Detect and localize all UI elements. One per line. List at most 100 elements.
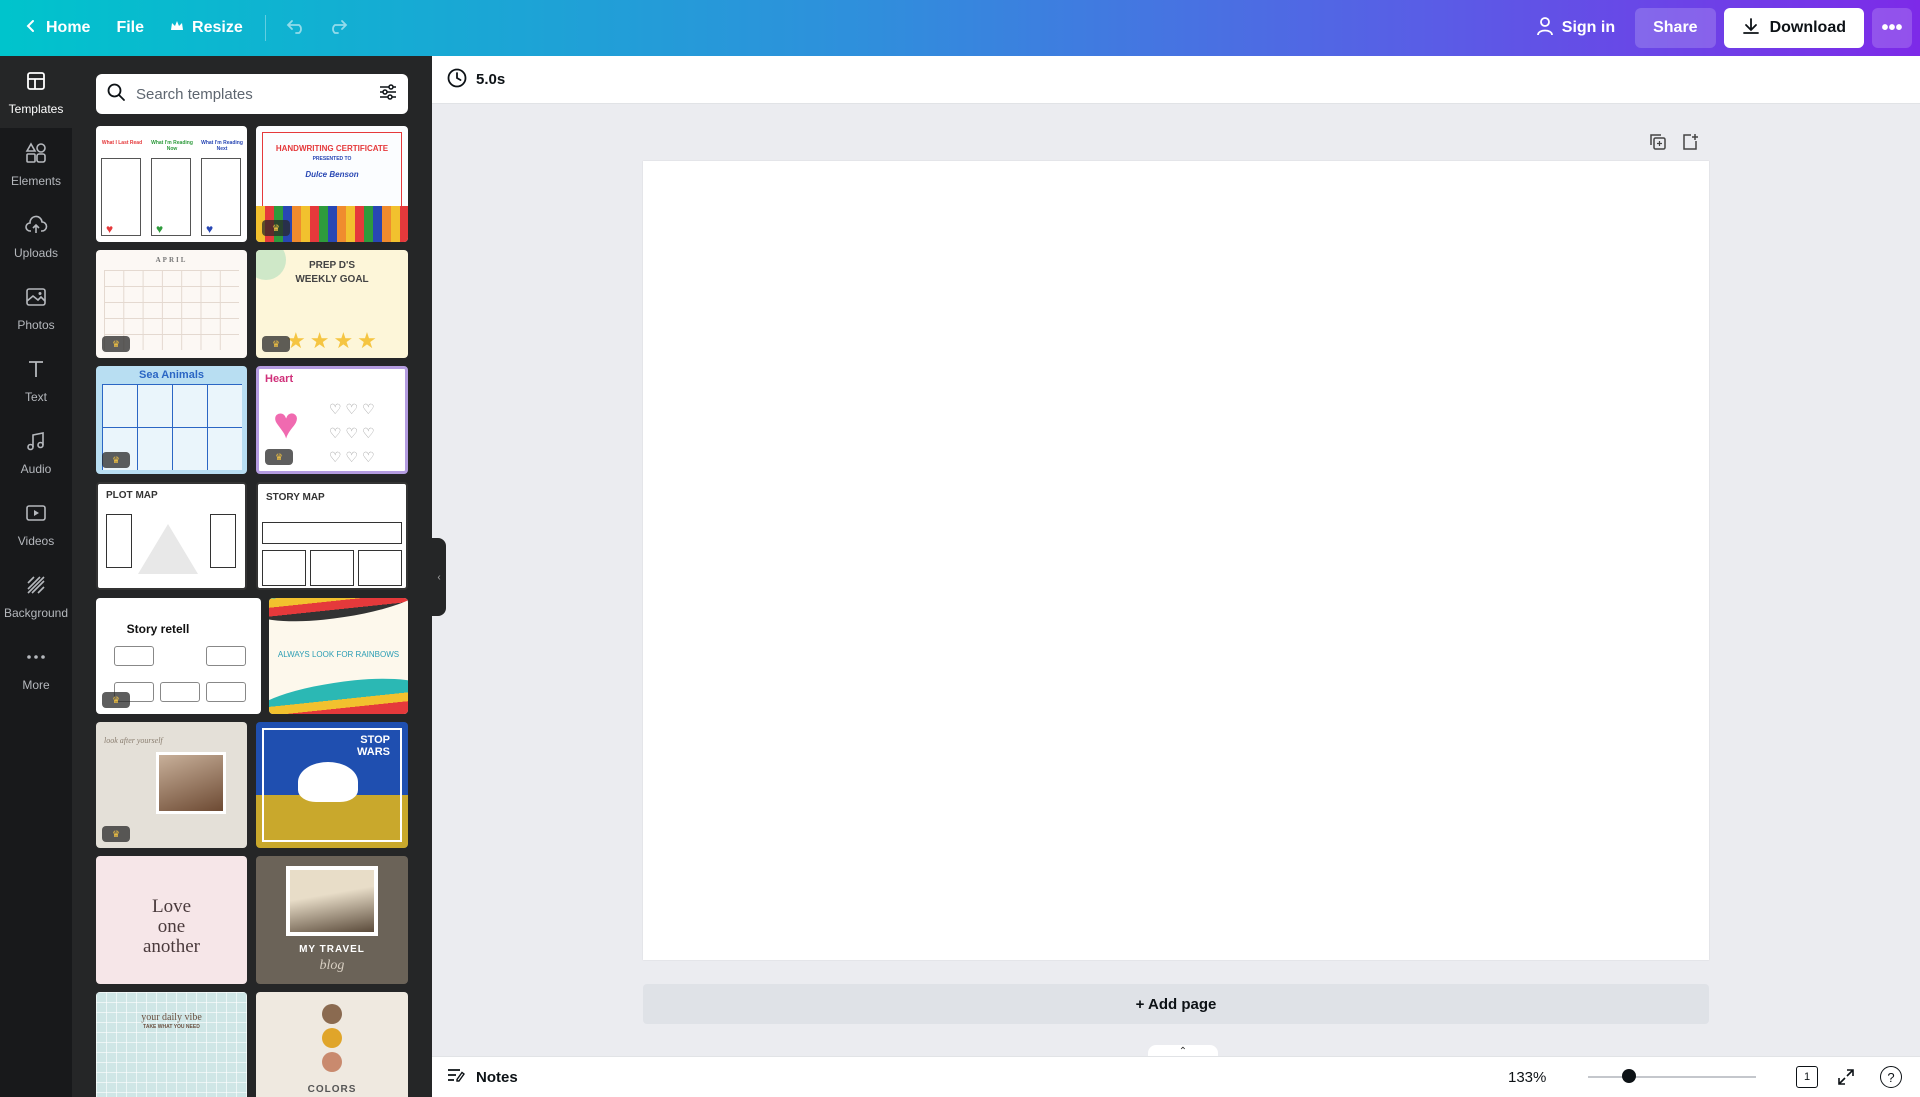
design-canvas-page[interactable] [643, 161, 1709, 960]
zoom-slider-handle[interactable] [1622, 1069, 1636, 1083]
template-thumbnail-april-calendar[interactable]: APRIL ♛ [96, 250, 247, 358]
thumb-shape [106, 514, 132, 568]
page-count-button[interactable]: 1 [1796, 1066, 1818, 1088]
rail-item-elements[interactable]: Elements [0, 128, 72, 200]
crown-icon: ♛ [111, 828, 121, 839]
crown-icon: ♛ [271, 338, 281, 349]
template-thumbnail-your-daily-vibe[interactable]: your daily vibe TAKE WHAT YOU NEED [96, 992, 247, 1097]
music-note-icon [24, 429, 48, 456]
page-tools [1648, 132, 1700, 157]
template-thumbnail-stop-wars[interactable]: STOP WARS [256, 722, 408, 848]
template-search-box[interactable] [96, 74, 408, 114]
thumb-text: ALWAYS LOOK FOR RAINBOWS [277, 650, 400, 659]
template-thumbnail-plot-map[interactable]: PLOT MAP [96, 482, 247, 590]
template-thumbnail-my-travel-blog[interactable]: MY TRAVEL blog [256, 856, 408, 984]
search-icon [106, 82, 126, 107]
image-icon [24, 285, 48, 312]
stars-row: ★★★★ [286, 328, 381, 353]
fullscreen-button[interactable] [1836, 1067, 1856, 1091]
share-button[interactable]: Share [1635, 8, 1716, 48]
heart-icon: ♥ [206, 222, 214, 236]
rail-label: Templates [8, 101, 64, 116]
add-page-icon[interactable] [1680, 132, 1700, 157]
help-button[interactable]: ? [1880, 1066, 1902, 1088]
premium-crown-badge: ♛ [102, 692, 130, 708]
undo-button[interactable] [276, 8, 316, 48]
photo-travel [286, 866, 378, 936]
redo-icon [328, 18, 348, 39]
rail-item-uploads[interactable]: Uploads [0, 200, 72, 272]
rail-label: More [22, 677, 50, 692]
duration-button[interactable]: 5.0s [476, 71, 505, 88]
notes-button[interactable]: Notes [446, 1066, 518, 1088]
thumb-text: look after yourself [104, 736, 163, 745]
zoom-slider-track[interactable] [1588, 1076, 1756, 1078]
thumb-text: your daily vibe [141, 1012, 202, 1023]
rail-item-background[interactable]: Background [0, 560, 72, 632]
text-icon [24, 357, 48, 384]
premium-crown-badge: ♛ [262, 336, 290, 352]
template-thumbnail-reading-log[interactable]: What I Last Read What I'm Reading Now Wh… [96, 126, 247, 242]
rail-item-more[interactable]: More [0, 632, 72, 704]
collapse-panel-button[interactable]: ‹ [432, 538, 446, 616]
resize-button[interactable]: Resize [158, 8, 255, 48]
resize-label: Resize [192, 19, 243, 36]
thumb-text: blog [319, 958, 345, 973]
left-rail: Templates Elements Uploads Photos Text A… [0, 56, 72, 1097]
add-page-button[interactable]: + Add page [643, 984, 1709, 1024]
crown-icon [170, 19, 184, 37]
thumb-text: What I'm Reading Next [201, 140, 243, 152]
download-button[interactable]: Download [1723, 8, 1864, 48]
thumb-text: MY TRAVEL [299, 944, 365, 955]
rail-item-audio[interactable]: Audio [0, 416, 72, 488]
zoom-level[interactable]: 133% [1508, 1069, 1546, 1086]
thumb-shape [358, 550, 402, 586]
template-thumbnail-love-one-another[interactable]: Love one another [96, 856, 247, 984]
divider [264, 15, 266, 41]
rail-item-photos[interactable]: Photos [0, 272, 72, 344]
thumb-shape [114, 646, 154, 666]
more-options-button[interactable]: ••• [1872, 8, 1912, 48]
thumb-shape [206, 646, 246, 666]
thumb-shape [206, 682, 246, 702]
file-menu-button[interactable]: File [104, 8, 156, 48]
template-thumbnail-weekly-goal[interactable]: PREP D'S WEEKLY GOAL ★★★★ ♛ [256, 250, 408, 358]
heart-icon: ♥ [156, 222, 164, 236]
thumb-shape [210, 514, 236, 568]
template-thumbnail-story-retell[interactable]: Story retell ♛ [96, 598, 261, 714]
clock-icon[interactable] [446, 67, 468, 93]
template-thumbnail-heart-worksheet[interactable]: Heart ♥ ♡♡♡ ♡♡♡ ♡♡♡ ♛ [256, 366, 408, 474]
hearts-grid: ♡♡♡ ♡♡♡ ♡♡♡ [329, 401, 379, 465]
top-bar-right: Sign in Share Download ••• [1524, 0, 1920, 56]
search-input[interactable] [136, 85, 368, 103]
template-thumbnail-certificate[interactable]: HANDWRITING CERTIFICATE PRESENTED TO Dul… [256, 126, 408, 242]
template-thumbnail-sea-animals[interactable]: Sea Animals ♛ [96, 366, 247, 474]
thumb-text: Love [151, 896, 192, 917]
template-thumbnail-colors[interactable]: COLORS [256, 992, 408, 1097]
redo-button[interactable] [318, 8, 358, 48]
thumb-text: WARS [357, 746, 390, 758]
rail-item-templates[interactable]: Templates [0, 56, 72, 128]
crown-icon: ♛ [274, 451, 284, 462]
template-thumbnail-story-map[interactable]: STORY MAP [256, 482, 408, 590]
home-button[interactable]: Home [12, 8, 102, 48]
notes-icon [446, 1066, 466, 1088]
color-swatch [322, 1052, 342, 1072]
filter-icon[interactable] [378, 82, 398, 107]
template-thumbnail-always-look-for-rainbows[interactable]: ALWAYS LOOK FOR RAINBOWS [269, 598, 408, 714]
sign-in-button[interactable]: Sign in [1524, 8, 1627, 48]
share-label: Share [1653, 19, 1698, 36]
thumb-shape [262, 522, 402, 544]
cloud-upload-icon [24, 213, 48, 240]
template-thumbnail-look-after-yourself[interactable]: look after yourself ♛ [96, 722, 247, 848]
rail-label: Audio [20, 461, 52, 476]
rainbow-waves-top [269, 598, 408, 628]
thumb-text: PREP D'S [308, 260, 356, 271]
video-icon [24, 501, 48, 528]
duplicate-page-icon[interactable] [1648, 132, 1668, 157]
color-swatch [322, 1028, 342, 1048]
thumb-text: Sea Animals [138, 369, 204, 381]
thumb-text: WEEKLY GOAL [295, 274, 369, 285]
rail-item-videos[interactable]: Videos [0, 488, 72, 560]
rail-item-text[interactable]: Text [0, 344, 72, 416]
